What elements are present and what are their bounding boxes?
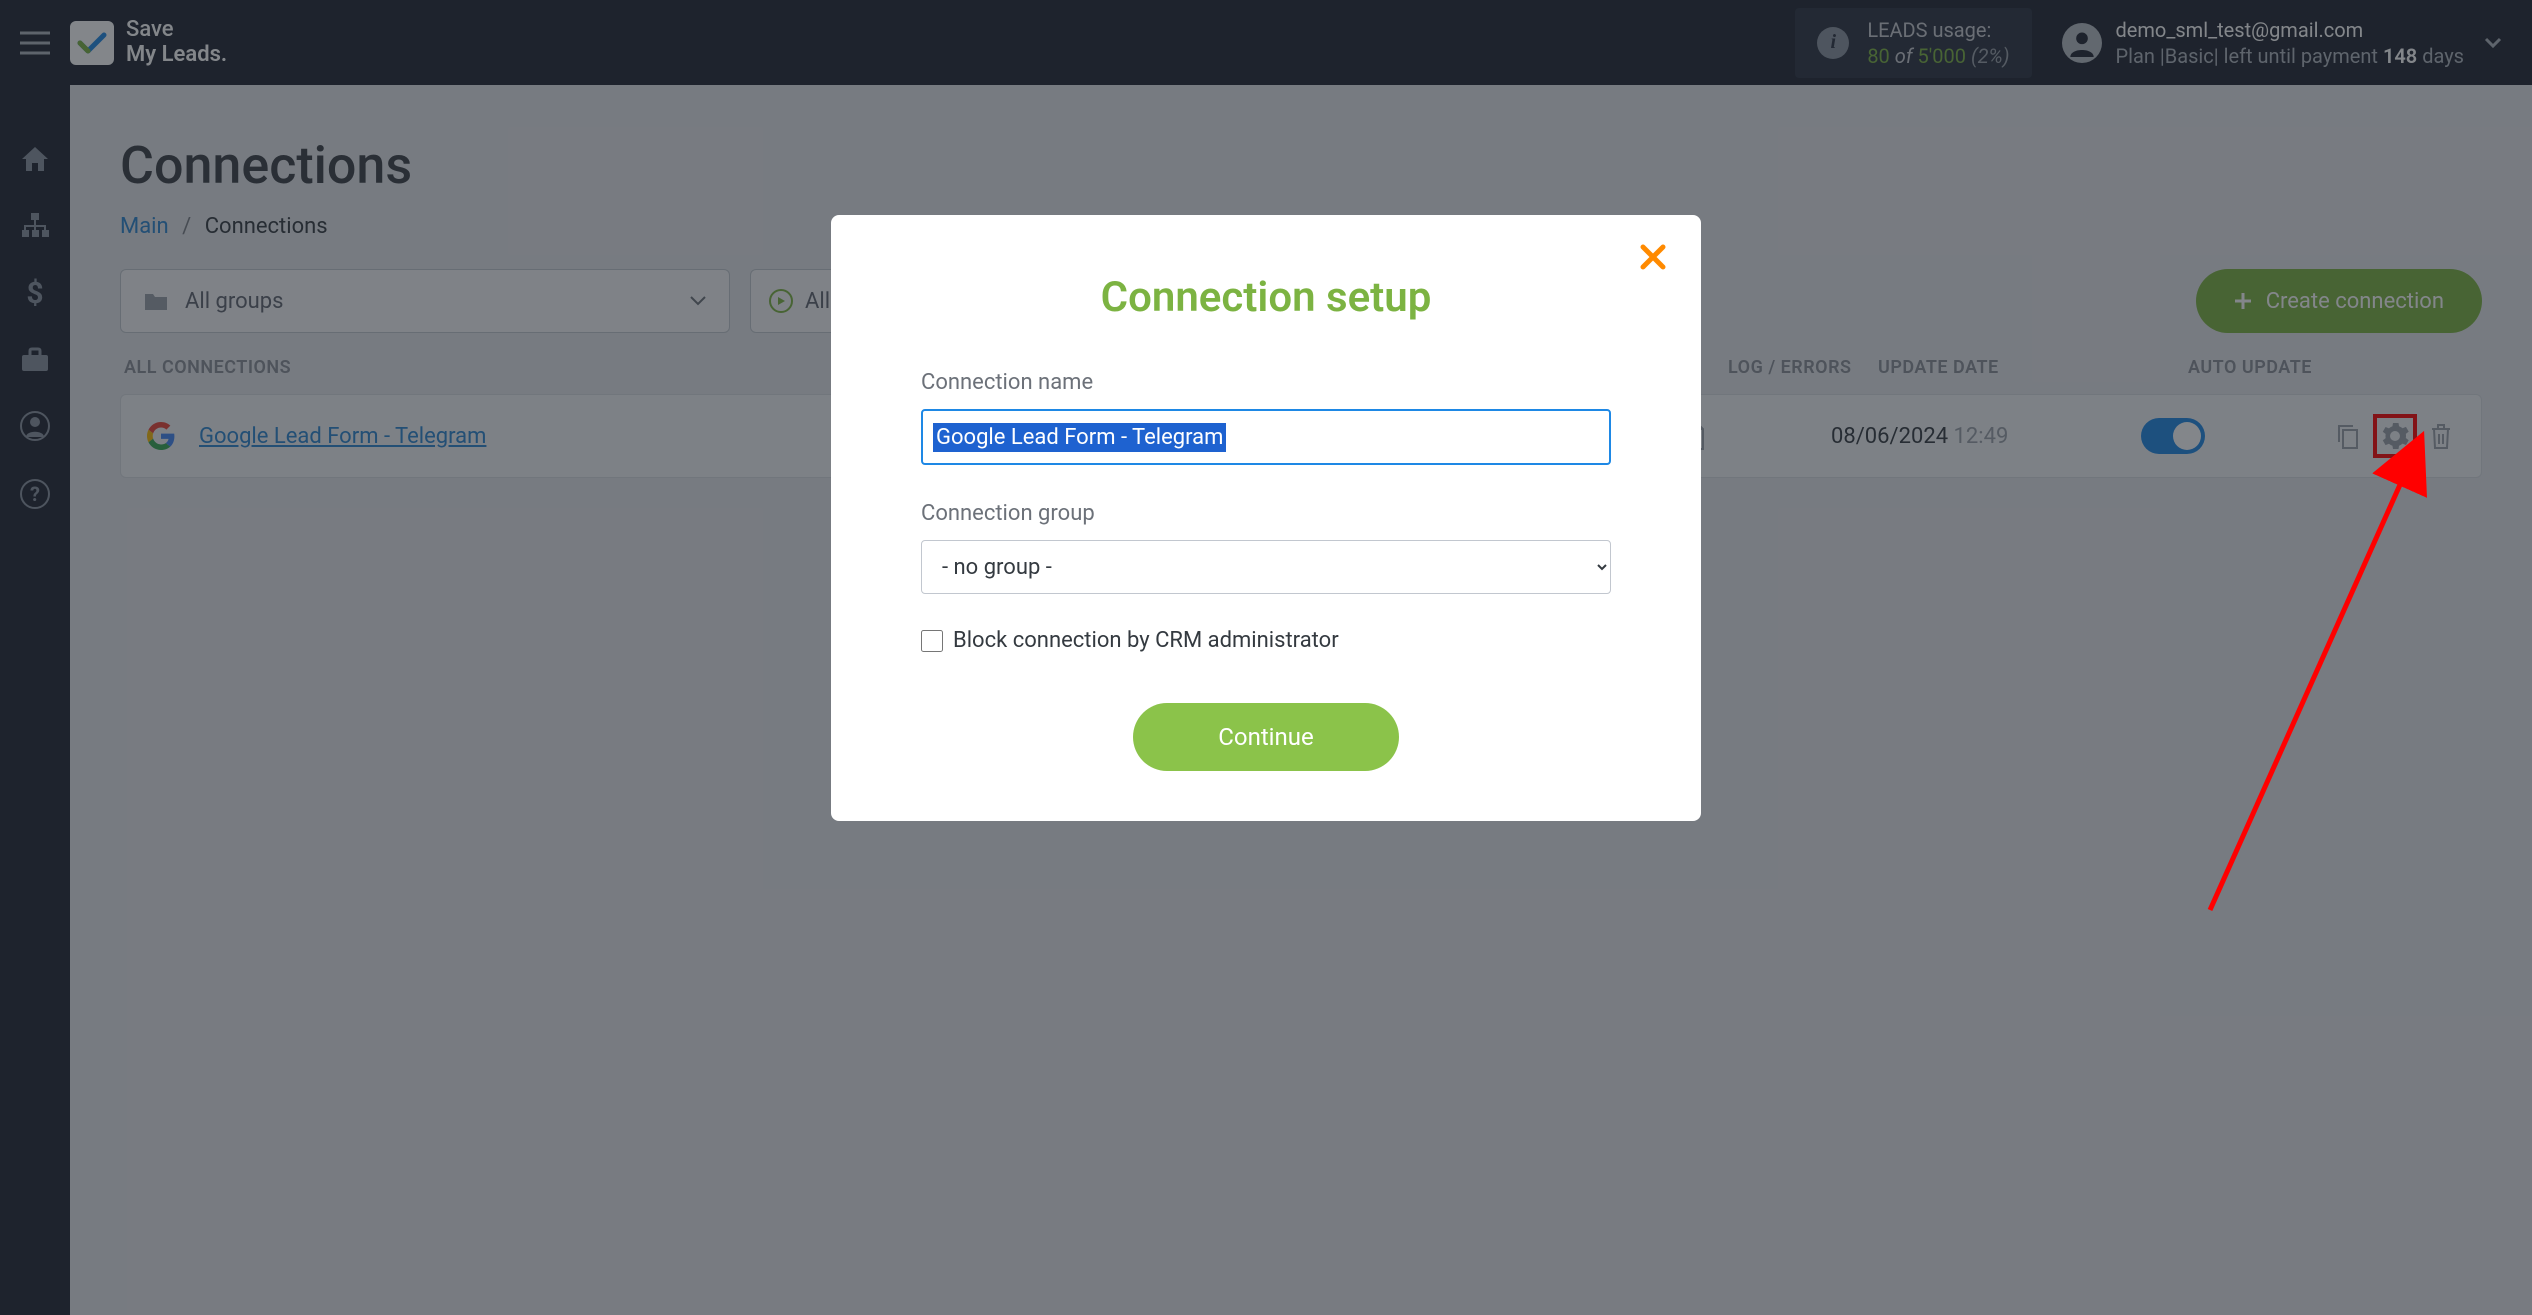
modal-title: Connection setup: [921, 273, 1611, 322]
connection-setup-modal: Connection setup Connection name Google …: [831, 215, 1701, 821]
connection-group-label: Connection group: [921, 501, 1611, 526]
close-icon: [1639, 243, 1667, 271]
block-connection-label: Block connection by CRM administrator: [953, 628, 1339, 653]
connection-name-input[interactable]: Google Lead Form - Telegram: [921, 409, 1611, 465]
block-connection-checkbox[interactable]: [921, 630, 943, 652]
modal-overlay[interactable]: Connection setup Connection name Google …: [0, 0, 2532, 1315]
block-connection-row: Block connection by CRM administrator: [921, 628, 1611, 653]
modal-close-button[interactable]: [1639, 243, 1667, 271]
continue-button[interactable]: Continue: [1133, 703, 1399, 771]
connection-group-select[interactable]: - no group -: [921, 540, 1611, 594]
connection-name-label: Connection name: [921, 370, 1611, 395]
